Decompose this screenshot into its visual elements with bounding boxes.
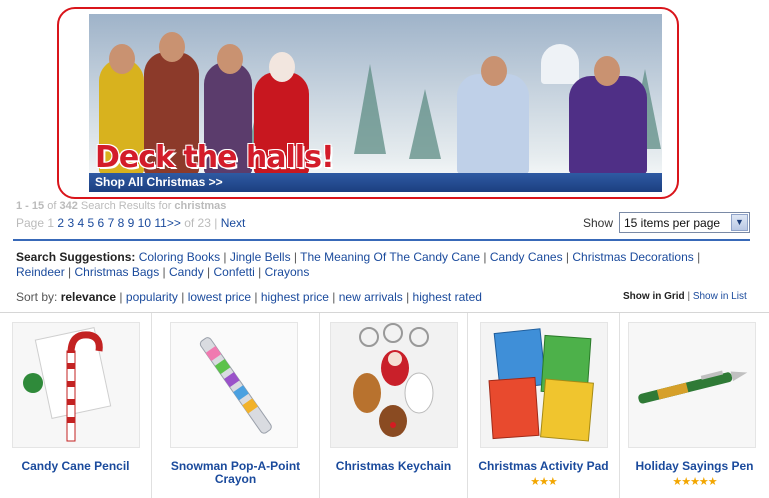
tree-decoration [409, 89, 441, 159]
sort-option[interactable]: lowest price [188, 290, 251, 304]
page-link[interactable]: 11>> [154, 216, 180, 230]
suggestion-link[interactable]: Confetti [213, 265, 254, 279]
product-image[interactable] [628, 322, 756, 448]
product-title[interactable]: Candy Cane Pencil [0, 460, 151, 473]
page-link[interactable]: 5 [88, 216, 95, 230]
candy-cane-pencil-image [23, 327, 112, 442]
product-image[interactable] [12, 322, 140, 448]
sort-option[interactable]: new arrivals [339, 290, 403, 304]
current-page: 1 [47, 216, 55, 230]
product-card[interactable]: Christmas Activity Pad ★★★ [468, 313, 620, 498]
items-per-page-select[interactable]: 15 items per page ▼ [619, 212, 750, 233]
tree-decoration [354, 64, 386, 154]
product-image[interactable] [170, 322, 298, 448]
holiday-pen-image [638, 370, 748, 404]
product-image[interactable] [480, 322, 608, 448]
shop-all-bar[interactable]: Shop All Christmas >> [89, 173, 662, 192]
star-rating: ★★★ [530, 476, 558, 488]
results-range: 1 - 15 [16, 200, 45, 212]
sort-active: relevance [60, 290, 117, 304]
next-page-link[interactable]: Next [221, 216, 246, 230]
page-link[interactable]: 2 [57, 216, 64, 230]
page-total: of 23 [184, 216, 211, 230]
suggestion-link[interactable]: Crayons [265, 265, 310, 279]
per-page-label: Show [583, 216, 614, 230]
page-link[interactable]: 9 [128, 216, 135, 230]
per-page-value: 15 items per page [624, 216, 721, 230]
figure-head [159, 32, 185, 62]
product-title[interactable]: Christmas Keychain [320, 460, 467, 473]
sort-option[interactable]: highest price [261, 290, 329, 304]
suggestion-link[interactable]: Candy Canes [490, 250, 563, 264]
results-count: 1 - 15 of 342 Search Results for christm… [16, 200, 226, 212]
suggestions-label: Search Suggestions: [16, 250, 136, 264]
angel-figure [541, 44, 579, 84]
chevron-down-icon[interactable]: ▼ [731, 214, 748, 231]
page-link[interactable]: 7 [108, 216, 115, 230]
sort-option[interactable]: highest rated [413, 290, 482, 304]
sort-bar: Sort by: relevance | popularity | lowest… [16, 290, 482, 304]
product-card[interactable]: Christmas Keychain [320, 313, 468, 498]
page-link[interactable]: 8 [118, 216, 125, 230]
page-link[interactable]: 10 [138, 216, 151, 230]
results-total: 342 [59, 200, 78, 212]
christmas-banner[interactable]: Deck the halls! Shop All Christmas >> [89, 14, 662, 192]
product-card[interactable]: Holiday Sayings Pen ★★★★★ [620, 313, 769, 498]
results-of: of [47, 200, 57, 212]
figure-head [481, 56, 507, 86]
king-figure [569, 76, 647, 174]
sort-option[interactable]: popularity [126, 290, 178, 304]
suggestion-link[interactable]: Christmas Decorations [572, 250, 693, 264]
show-in-list-link[interactable]: Show in List [693, 291, 747, 302]
activity-pad-image [488, 328, 594, 442]
suggestion-link[interactable]: Candy [169, 265, 204, 279]
page-label: Page [16, 216, 45, 230]
shop-all-link[interactable]: Shop All Christmas >> [95, 175, 223, 189]
product-image[interactable] [330, 322, 458, 448]
product-title[interactable]: Holiday Sayings Pen [620, 460, 769, 473]
results-label: Search Results for [80, 200, 172, 212]
sort-label: Sort by: [16, 290, 58, 304]
snowman-crayon-image [199, 337, 272, 434]
product-card[interactable]: Snowman Pop-A-Point Crayon [152, 313, 320, 498]
view-toggle: Show in Grid | Show in List [623, 291, 747, 302]
section-divider [13, 239, 750, 241]
suggestion-link[interactable]: The Meaning Of The Candy Cane [300, 250, 480, 264]
show-in-grid: Show in Grid [623, 291, 685, 302]
figure-head [109, 44, 135, 74]
suggestion-link[interactable]: Christmas Bags [75, 265, 160, 279]
banner-headline: Deck the halls! [95, 140, 335, 175]
page-link[interactable]: 3 [67, 216, 74, 230]
figure-head [594, 56, 620, 86]
pagination: Page 1 2 3 4 5 6 7 8 9 10 11>> of 23 | N… [16, 216, 245, 230]
search-suggestions: Search Suggestions: Coloring Books | Jin… [16, 250, 701, 279]
product-title[interactable]: Snowman Pop-A-Point Crayon [152, 460, 319, 486]
christmas-keychain-image [353, 323, 434, 437]
suggestion-link[interactable]: Reindeer [16, 265, 65, 279]
pager-separator: | [214, 216, 218, 230]
suggestion-link[interactable]: Jingle Bells [230, 250, 291, 264]
results-query: christmas [174, 200, 227, 212]
costume-figure [457, 74, 529, 174]
page-link[interactable]: 4 [77, 216, 84, 230]
page-link[interactable]: 6 [98, 216, 105, 230]
product-title[interactable]: Christmas Activity Pad [468, 460, 619, 473]
product-card[interactable]: Candy Cane Pencil [0, 313, 152, 498]
suggestion-link[interactable]: Coloring Books [139, 250, 220, 264]
star-rating: ★★★★★ [672, 476, 717, 488]
figure-head [217, 44, 243, 74]
figure-head [269, 52, 295, 82]
